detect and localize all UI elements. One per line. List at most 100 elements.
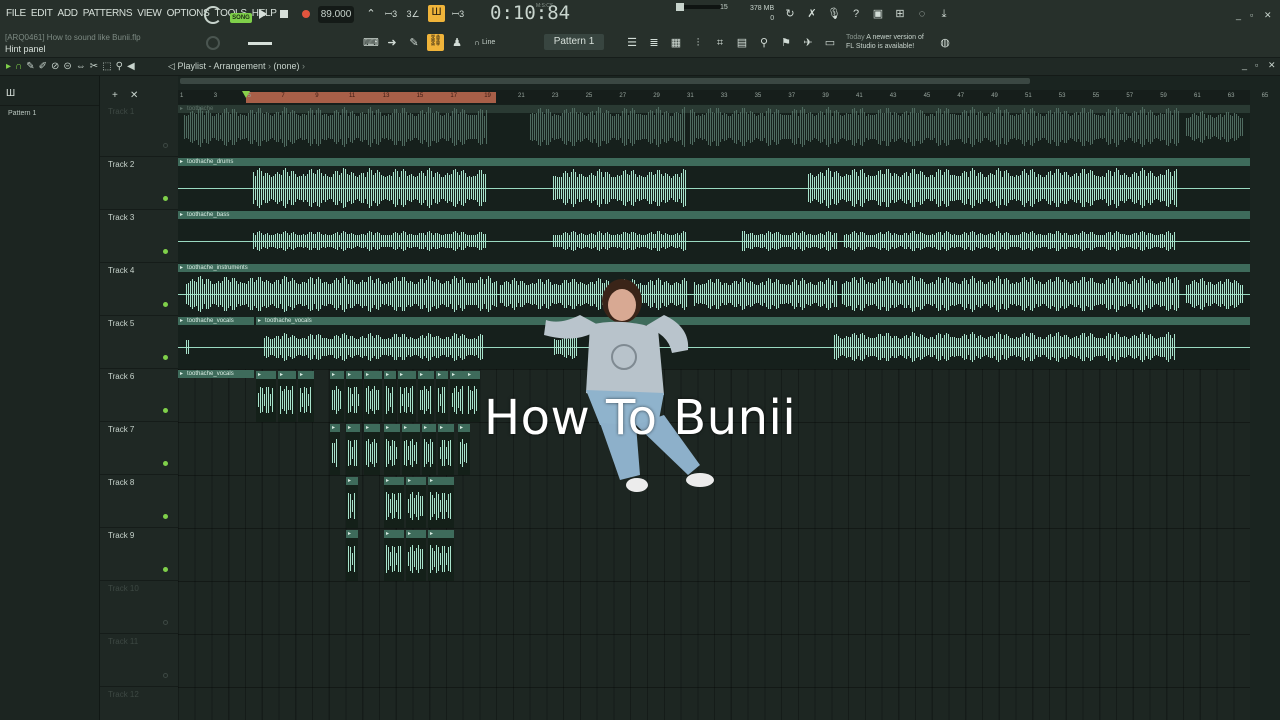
- touch-icon[interactable]: ✈: [801, 36, 815, 50]
- plugin-icon[interactable]: ⚲: [757, 36, 771, 50]
- pencil-icon[interactable]: ✎: [26, 61, 34, 72]
- vocal-chop-clip[interactable]: [438, 424, 454, 432]
- vocal-chop-clip[interactable]: [298, 371, 314, 379]
- menu-patterns[interactable]: PATTERNS: [83, 8, 133, 19]
- mixer-view-icon[interactable]: ⫶: [691, 36, 705, 50]
- play-icon[interactable]: [259, 9, 267, 19]
- clip-instruments[interactable]: toothache_instruments: [178, 264, 1250, 272]
- vocal-chop-clip[interactable]: [398, 371, 416, 379]
- playlist-horizontal-scrollbar[interactable]: [180, 78, 1030, 84]
- track-header[interactable]: Track 8: [100, 475, 178, 528]
- pitch-slider[interactable]: [248, 42, 272, 45]
- track-mute-led[interactable]: [163, 461, 168, 466]
- tuner-icon[interactable]: ⚑: [779, 36, 793, 50]
- track-header[interactable]: Track 12: [100, 687, 178, 720]
- pattern-selector[interactable]: Pattern 1: [544, 34, 604, 50]
- track-header[interactable]: Track 2: [100, 157, 178, 210]
- track-header[interactable]: Track 5: [100, 316, 178, 369]
- track-header[interactable]: Track 4: [100, 263, 178, 316]
- time-format-label[interactable]: M:S:CS: [536, 3, 553, 9]
- tempo-display[interactable]: 89.000: [318, 6, 354, 23]
- stop-icon[interactable]: [280, 10, 288, 18]
- vocal-chop-clip[interactable]: [418, 371, 434, 379]
- vocal-chop-clip[interactable]: [406, 477, 426, 485]
- track-mute-led[interactable]: [163, 567, 168, 572]
- picker-pattern-icon[interactable]: Ш: [6, 88, 15, 99]
- vocal-chop-clip[interactable]: [346, 530, 358, 538]
- track-mute-led[interactable]: [163, 355, 168, 360]
- track-mute-led[interactable]: [163, 673, 168, 678]
- globe-icon[interactable]: ◍: [938, 36, 952, 50]
- track-mute-led[interactable]: [163, 143, 168, 148]
- vocal-chop-clip[interactable]: [384, 477, 404, 485]
- vocal-chop-clip[interactable]: [256, 371, 276, 379]
- loop-record-icon[interactable]: ꟷ3: [451, 7, 465, 21]
- vocal-chop-clip[interactable]: [466, 371, 480, 379]
- track-header[interactable]: Track 11: [100, 634, 178, 687]
- close-icon[interactable]: ✕: [1264, 10, 1272, 21]
- playlist-maximize-icon[interactable]: ▫: [1255, 60, 1258, 70]
- news-panel[interactable]: Today A newer version of FL Studio is av…: [846, 33, 924, 51]
- zoom-icon[interactable]: ⚲: [116, 61, 123, 72]
- piano-roll-icon[interactable]: ≣: [647, 36, 661, 50]
- browser-icon[interactable]: ▤: [735, 36, 749, 50]
- pitch-knob[interactable]: [206, 36, 220, 50]
- vocal-chop-clip[interactable]: [346, 424, 360, 432]
- main-volume-thumb[interactable]: [676, 3, 684, 11]
- track-header[interactable]: Track 7: [100, 422, 178, 475]
- chat-icon[interactable]: ◌: [915, 7, 929, 21]
- clip-vocals-b[interactable]: toothache_vocals: [256, 317, 1250, 325]
- vocal-chop-clip[interactable]: [364, 371, 382, 379]
- vocal-chop-clip[interactable]: [330, 371, 344, 379]
- vocal-chop-clip[interactable]: [278, 371, 296, 379]
- track-header[interactable]: Track 1: [100, 104, 178, 157]
- maximize-icon[interactable]: ▫: [1250, 10, 1253, 20]
- vocal-chop-clip[interactable]: [428, 477, 454, 485]
- vocal-chop-clip[interactable]: [428, 530, 454, 538]
- vocal-chop-clip[interactable]: [406, 530, 426, 538]
- vocal-chop-clip[interactable]: [364, 424, 380, 432]
- menu-edit[interactable]: EDIT: [31, 8, 53, 19]
- wait-input-icon[interactable]: ꟷ3: [384, 7, 398, 21]
- playback-icon[interactable]: ◀: [127, 61, 135, 72]
- vocal-chop-clip[interactable]: [450, 371, 466, 379]
- record-icon[interactable]: [302, 10, 310, 18]
- paint-icon[interactable]: ✐: [39, 61, 47, 72]
- track-mute-led[interactable]: [163, 514, 168, 519]
- slip-icon[interactable]: ⇔: [76, 61, 86, 72]
- clip-vocals-a[interactable]: toothache_vocals: [178, 317, 254, 325]
- menu-file[interactable]: FILE: [6, 8, 26, 19]
- playlist-minimize-icon[interactable]: _: [1242, 60, 1247, 70]
- track-mute-led[interactable]: [163, 196, 168, 201]
- song-mode-button[interactable]: SONG: [230, 13, 252, 23]
- refresh-icon[interactable]: ↻: [783, 7, 797, 21]
- vocal-chop-clip[interactable]: [402, 424, 420, 432]
- add-track-icon[interactable]: +: [112, 90, 118, 101]
- countdown-icon[interactable]: 3∠: [406, 7, 420, 21]
- track-header[interactable]: Track 9: [100, 528, 178, 581]
- vocal-chop-clip[interactable]: [330, 424, 340, 432]
- track-header[interactable]: Track 3: [100, 210, 178, 263]
- vocal-chop-clip[interactable]: [422, 424, 436, 432]
- save-icon[interactable]: ▣: [871, 7, 885, 21]
- slice-icon[interactable]: ✂: [90, 61, 98, 72]
- vocal-chop-clip[interactable]: [346, 477, 358, 485]
- picker-item-pattern-1[interactable]: Pattern 1: [0, 106, 99, 121]
- download-icon[interactable]: ⤓: [937, 7, 951, 21]
- mixer-icon[interactable]: ⊞: [893, 7, 907, 21]
- keyboard-icon[interactable]: ⌨: [363, 36, 379, 50]
- playhead-marker[interactable]: [242, 91, 250, 98]
- minimize-icon[interactable]: _: [1236, 10, 1241, 20]
- clip-bass[interactable]: toothache_bass: [178, 211, 1250, 219]
- step-edit-icon[interactable]: Ш: [428, 5, 445, 22]
- link-icon[interactable]: ⛓: [427, 34, 444, 51]
- store-icon[interactable]: ▭: [823, 36, 837, 50]
- draw-icon[interactable]: ✎: [407, 36, 421, 50]
- options-arrow-icon[interactable]: ▸: [6, 61, 11, 72]
- track-mute-led[interactable]: [163, 620, 168, 625]
- metronome-icon[interactable]: ⌃: [364, 7, 378, 21]
- help-icon[interactable]: ?: [849, 7, 863, 21]
- delete-track-icon[interactable]: ✕: [130, 90, 138, 101]
- microphone-icon[interactable]: 🎙: [827, 7, 841, 21]
- track-mute-led[interactable]: [163, 408, 168, 413]
